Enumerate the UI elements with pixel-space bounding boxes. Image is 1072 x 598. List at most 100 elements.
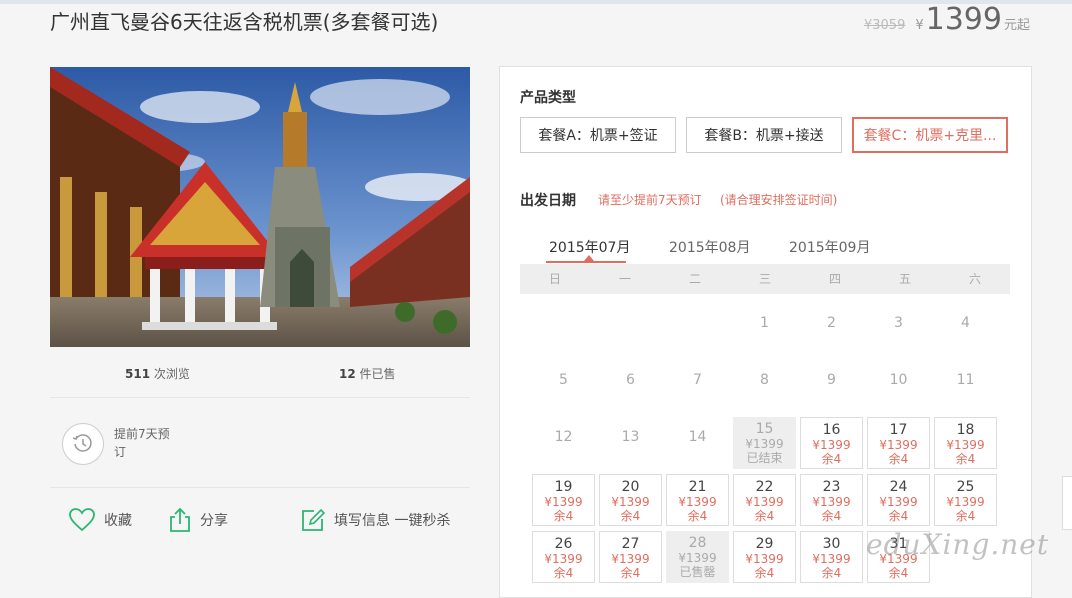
- day-price: ¥1399: [611, 552, 650, 566]
- product-type-label: 产品类型: [520, 90, 576, 106]
- day-remark: 余4: [955, 452, 976, 466]
- calendar-day-28: 28 ¥1399 已售罄: [666, 531, 729, 583]
- views-stat: 511 次浏览: [125, 365, 190, 382]
- booking-panel: 产品类型 套餐A：机票+签证 套餐B：机票+接送 套餐C：机票+克里... 出发…: [499, 66, 1032, 598]
- weekday-sun: 日: [548, 272, 561, 286]
- day-price: ¥1399: [745, 552, 784, 566]
- day-remark: 余4: [821, 566, 842, 580]
- day-number: 26: [554, 536, 573, 552]
- departure-date-label: 出发日期: [520, 193, 576, 209]
- day-remark: 已售罄: [679, 565, 716, 579]
- heart-icon: [69, 508, 95, 532]
- day-number: 22: [755, 479, 774, 495]
- weekday-thu: 四: [828, 272, 841, 286]
- share-button[interactable]: 分享: [168, 507, 228, 533]
- calendar-day-5: 5: [532, 360, 595, 412]
- day-number: 11: [956, 372, 975, 388]
- day-number: 24: [889, 479, 908, 495]
- product-photo: [50, 67, 470, 347]
- history-clock-icon: [62, 423, 104, 465]
- calendar-day-24[interactable]: 24 ¥1399 余4: [867, 474, 930, 526]
- package-c-option[interactable]: 套餐C：机票+克里...: [852, 117, 1008, 153]
- day-remark: 余4: [754, 509, 775, 523]
- calendar-day-29[interactable]: 29 ¥1399 余4: [733, 531, 796, 583]
- views-label: 次浏览: [153, 367, 190, 381]
- day-number: 9: [827, 372, 836, 388]
- divider: [50, 487, 470, 488]
- tab-month-09[interactable]: 2015年09月: [789, 237, 870, 257]
- calendar-day-27[interactable]: 27 ¥1399 余4: [599, 531, 662, 583]
- fill-info-label: 填写信息 一键秒杀: [334, 513, 451, 529]
- calendar-day-23[interactable]: 23 ¥1399 余4: [800, 474, 863, 526]
- package-a-option[interactable]: 套餐A：机票+签证: [520, 117, 676, 153]
- favorite-button[interactable]: 收藏: [68, 507, 132, 533]
- calendar-day-19[interactable]: 19 ¥1399 余4: [532, 474, 595, 526]
- sold-stat: 12 件已售: [339, 365, 396, 382]
- day-remark: 余4: [620, 509, 641, 523]
- day-remark: 余4: [955, 509, 976, 523]
- calendar-day-3: 3: [867, 303, 930, 355]
- day-remark: 余4: [821, 452, 842, 466]
- day-number: 23: [822, 479, 841, 495]
- day-number: 15: [755, 421, 774, 437]
- package-b-option[interactable]: 套餐B：机票+接送: [686, 117, 842, 153]
- calendar-day-22[interactable]: 22 ¥1399 余4: [733, 474, 796, 526]
- edit-icon: [302, 508, 326, 531]
- calendar-day-6: 6: [599, 360, 662, 412]
- day-remark: 已结束: [746, 451, 783, 465]
- sold-count: 12: [339, 367, 356, 381]
- day-price: ¥1399: [745, 437, 784, 451]
- day-number: 12: [554, 429, 573, 445]
- side-scroll-tab[interactable]: [1062, 476, 1072, 530]
- calendar-day-25[interactable]: 25 ¥1399 余4: [934, 474, 997, 526]
- day-price: ¥1399: [946, 495, 985, 509]
- day-remark: 余4: [620, 566, 641, 580]
- day-price: ¥1399: [879, 438, 918, 452]
- day-price: ¥1399: [678, 551, 717, 565]
- day-number: 2: [827, 315, 836, 331]
- calendar-day-18[interactable]: 18 ¥1399 余4: [934, 417, 997, 469]
- weekday-header: 日 一 二 三 四 五 六: [520, 264, 1010, 294]
- fill-info-button[interactable]: 填写信息 一键秒杀: [300, 507, 450, 533]
- day-remark: 余4: [888, 452, 909, 466]
- day-remark: 余4: [553, 566, 574, 580]
- sold-label: 件已售: [359, 367, 396, 381]
- day-remark: 余4: [553, 509, 574, 523]
- price-unit: 元起: [1003, 18, 1030, 33]
- product-stats: 511 次浏览 12 件已售: [50, 365, 470, 385]
- tab-month-08[interactable]: 2015年08月: [669, 237, 750, 257]
- calendar-day-11: 11: [934, 360, 997, 412]
- day-price: ¥1399: [946, 438, 985, 452]
- active-tab-underline: [546, 261, 626, 263]
- calendar-day-16[interactable]: 16 ¥1399 余4: [800, 417, 863, 469]
- calendar-day-21[interactable]: 21 ¥1399 余4: [666, 474, 729, 526]
- calendar-day-13: 13: [599, 417, 662, 469]
- day-remark: 余4: [888, 509, 909, 523]
- original-price: ¥3059: [863, 18, 906, 33]
- day-number: 5: [559, 372, 568, 388]
- day-remark: 余4: [888, 566, 909, 580]
- calendar-day-15: 15 ¥1399 已结束: [733, 417, 796, 469]
- day-number: 28: [688, 535, 707, 551]
- calendar-day-9: 9: [800, 360, 863, 412]
- day-number: 6: [626, 372, 635, 388]
- day-number: 21: [688, 479, 707, 495]
- day-price: ¥1399: [812, 438, 851, 452]
- advance-booking-info: 提前7天预订: [62, 423, 176, 465]
- weekday-sat: 六: [968, 272, 981, 286]
- calendar-day-17[interactable]: 17 ¥1399 余4: [867, 417, 930, 469]
- day-number: 4: [961, 315, 970, 331]
- day-remark: 余4: [821, 509, 842, 523]
- day-price: ¥1399: [745, 495, 784, 509]
- calendar-day-20[interactable]: 20 ¥1399 余4: [599, 474, 662, 526]
- watermark: eduXing.net: [866, 528, 1050, 561]
- weekday-fri: 五: [898, 272, 911, 286]
- weekday-wed: 三: [758, 272, 771, 286]
- day-remark: 余4: [687, 509, 708, 523]
- calendar-day-10: 10: [867, 360, 930, 412]
- calendar-day-30[interactable]: 30 ¥1399 余4: [800, 531, 863, 583]
- tab-month-07[interactable]: 2015年07月: [549, 237, 630, 257]
- calendar-day-2: 2: [800, 303, 863, 355]
- calendar-day-26[interactable]: 26 ¥1399 余4: [532, 531, 595, 583]
- day-number: 20: [621, 479, 640, 495]
